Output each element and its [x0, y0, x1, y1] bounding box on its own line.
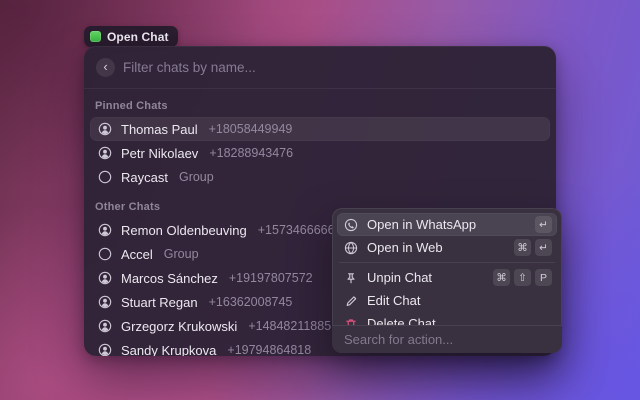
chat-row[interactable]: Raycast Group: [90, 165, 550, 189]
chat-detail: Group: [164, 247, 199, 261]
action-menu-item[interactable]: Open in Web ⌘↵: [337, 236, 557, 259]
search-bar: ‹ Filter chats by name...: [84, 46, 556, 89]
pin-icon: [344, 271, 358, 285]
open-chat-label: Open Chat: [107, 30, 169, 44]
back-button[interactable]: ‹: [96, 58, 115, 77]
action-search-input[interactable]: Search for action...: [332, 325, 562, 353]
person-icon: [98, 343, 112, 356]
trash-icon: [344, 317, 358, 326]
keycap: P: [535, 269, 552, 286]
menu-separator: [339, 262, 555, 263]
open-chat-chip: Open Chat: [84, 26, 178, 47]
person-icon: [98, 295, 112, 309]
person-icon: [98, 319, 112, 333]
desktop-background: Open Chat ‹ Filter chats by name... Pinn…: [0, 0, 640, 400]
chat-detail: +18288943476: [209, 146, 293, 160]
chat-detail: +19794864818: [227, 343, 311, 356]
chat-name: Stuart Regan: [121, 295, 198, 310]
chat-name: Remon Oldenbeuving: [121, 223, 247, 238]
person-icon: [98, 122, 112, 136]
whatsapp-app-icon: [90, 31, 101, 42]
shortcut-keys: ↵: [535, 216, 552, 233]
chat-name: Raycast: [121, 170, 168, 185]
shortcut-keys: ⌘↵: [514, 239, 552, 256]
chat-name: Thomas Paul: [121, 122, 198, 137]
action-label: Delete Chat: [367, 316, 552, 325]
globe-icon: [344, 241, 358, 255]
chat-detail: +15734666665: [258, 223, 342, 237]
whatsapp-icon: [344, 218, 358, 232]
chat-name: Petr Nikolaev: [121, 146, 198, 161]
keycap: ↵: [535, 216, 552, 233]
action-menu-item[interactable]: Unpin Chat ⌘⇧P: [337, 266, 557, 289]
person-icon: [98, 146, 112, 160]
action-menu-item[interactable]: Open in WhatsApp ↵: [337, 213, 557, 236]
chat-detail: +19197807572: [229, 271, 313, 285]
shortcut-keys: ⌘⇧P: [493, 269, 552, 286]
chat-detail: +18058449949: [209, 122, 293, 136]
search-input[interactable]: Filter chats by name...: [123, 60, 544, 75]
chat-name: Sandy Krupkova: [121, 343, 216, 357]
pencil-icon: [344, 294, 358, 308]
chat-detail: Group: [179, 170, 214, 184]
chat-detail: +16362008745: [209, 295, 293, 309]
chat-name: Grzegorz Krukowski: [121, 319, 237, 334]
chevron-left-icon: ‹: [103, 60, 107, 73]
chat-detail: +14848211885: [248, 319, 331, 333]
keycap: ⇧: [514, 269, 531, 286]
keycap: ⌘: [493, 269, 510, 286]
chat-name: Marcos Sánchez: [121, 271, 218, 286]
person-icon: [98, 271, 112, 285]
chat-name: Accel: [121, 247, 153, 262]
chat-row[interactable]: Petr Nikolaev +18288943476: [90, 141, 550, 165]
group-circle-icon: [98, 170, 112, 184]
action-label: Open in WhatsApp: [367, 217, 526, 232]
action-label: Unpin Chat: [367, 270, 484, 285]
action-label: Open in Web: [367, 240, 505, 255]
action-menu: Open in WhatsApp↵Open in Web⌘↵Unpin Chat…: [332, 208, 562, 353]
group-circle-icon: [98, 247, 112, 261]
action-menu-item[interactable]: Delete Chat: [337, 312, 557, 325]
keycap: ↵: [535, 239, 552, 256]
action-label: Edit Chat: [367, 293, 552, 308]
keycap: ⌘: [514, 239, 531, 256]
section-header: Pinned Chats: [90, 93, 550, 117]
action-menu-items: Open in WhatsApp↵Open in Web⌘↵Unpin Chat…: [332, 208, 562, 325]
chat-row[interactable]: Thomas Paul +18058449949: [90, 117, 550, 141]
action-menu-item[interactable]: Edit Chat: [337, 289, 557, 312]
person-icon: [98, 223, 112, 237]
